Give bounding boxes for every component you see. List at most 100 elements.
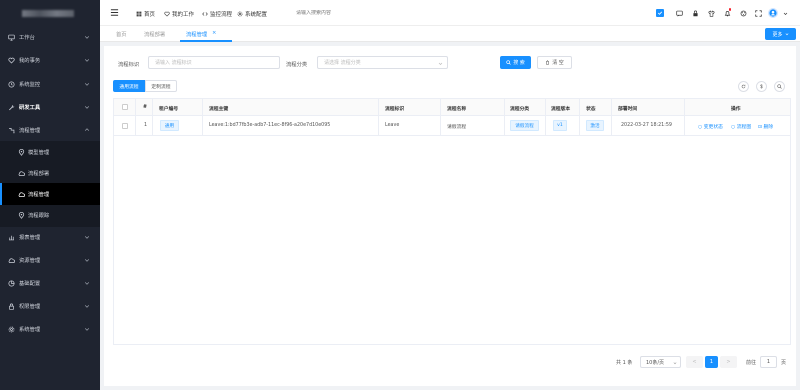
sidebar-item-process-mgmt[interactable]: 流程管理 — [0, 119, 100, 141]
prev-page-button[interactable]: < — [686, 356, 703, 368]
chat-icon[interactable] — [675, 9, 683, 17]
checkbox-icon[interactable] — [656, 9, 664, 17]
sidebar-item-permissions[interactable]: 权限管理 — [0, 295, 100, 317]
nav-system-config[interactable]: 系统配置 — [237, 10, 267, 18]
close-icon[interactable]: × — [212, 30, 216, 36]
search-button[interactable]: 搜 索 — [500, 56, 531, 69]
shirt-icon[interactable] — [707, 9, 715, 17]
lock-icon — [7, 302, 15, 310]
col-tenant: 租户编号 — [159, 107, 179, 112]
sidebar-item-label: 流程管理 — [19, 128, 41, 134]
code-icon — [202, 12, 208, 16]
chevron-down-icon — [84, 236, 90, 239]
segment-custom-process[interactable]: 定制流程 — [145, 80, 177, 92]
status-badge: 激活 — [586, 120, 604, 131]
col-process-name: 流程名称 — [447, 107, 467, 112]
cell-process-name: 请假流程 — [447, 125, 467, 130]
chevron-down-icon — [84, 305, 90, 308]
grid-icon — [136, 11, 142, 17]
process-category-select[interactable]: 请选择 流程分类 — [317, 56, 448, 69]
nav-monitor-process[interactable]: 监控流程 — [202, 10, 232, 18]
sidebar-item-label: 流程跟踪 — [28, 213, 50, 219]
table-row[interactable]: 1 通用 Leave:1:bd77fb3e-adb7-11ec-8f96-a20… — [114, 116, 790, 136]
sidebar-item-label: 工作台 — [19, 35, 35, 41]
header-search-input[interactable] — [296, 10, 376, 16]
process-category-label: 流程分类 — [286, 62, 308, 68]
sidebar-item-process-trace[interactable]: 流程跟踪 — [0, 204, 100, 226]
cell-process-id: Leave:1:bd77fb3e-adb7-11ec-8f96-a20e7d10… — [209, 123, 331, 128]
pie-icon — [7, 279, 15, 287]
location-icon — [17, 211, 25, 219]
nav-home[interactable]: 首页 — [136, 10, 155, 18]
hamburger-icon[interactable] — [110, 8, 119, 17]
bell-icon[interactable] — [723, 8, 731, 17]
sidebar-item-resources[interactable]: 资源管理 — [0, 249, 100, 271]
fullscreen-icon[interactable] — [754, 9, 762, 17]
lock-icon[interactable] — [691, 9, 699, 17]
tab-bar: 首页 流程部署 流程管理 × 更多 — [100, 26, 800, 42]
cloud-icon — [17, 190, 25, 198]
chevron-down-icon — [84, 59, 90, 62]
sidebar-item-process-manage[interactable]: 流程管理 — [0, 183, 100, 205]
total-count: 共 1 条 — [616, 360, 633, 366]
process-key-input[interactable]: 请输入 流程标识 — [148, 56, 280, 69]
chevron-down-icon — [84, 282, 90, 285]
sidebar-item-monitor[interactable]: 系统监控 — [0, 73, 100, 95]
sidebar-item-label: 系统监控 — [19, 82, 41, 88]
col-deploy-time: 部署时间 — [618, 107, 638, 112]
chart-icon — [7, 233, 15, 241]
diagram-link[interactable]: ○ 流程图 — [731, 123, 751, 130]
chevron-up-icon — [84, 128, 90, 131]
tab-process-deploy[interactable]: 流程部署 — [144, 30, 165, 38]
cloud-icon — [17, 169, 25, 177]
nav-my-work[interactable]: 我的工作 — [164, 10, 194, 18]
refresh-icon[interactable] — [738, 81, 749, 92]
goto-page-input[interactable]: 1 — [760, 356, 777, 368]
col-version: 流程版本 — [551, 107, 571, 112]
search-icon[interactable] — [774, 81, 785, 92]
category-tag: 请假流程 — [510, 120, 539, 131]
sidebar-item-model-mgmt[interactable]: 模型管理 — [0, 141, 100, 163]
sidebar-item-system[interactable]: 系统管理 — [0, 318, 100, 340]
select-all-checkbox[interactable] — [122, 104, 128, 110]
tab-home[interactable]: 首页 — [116, 30, 127, 38]
version-tag: v1 — [553, 120, 567, 131]
sidebar-item-label: 权限管理 — [19, 304, 41, 310]
page-1-button[interactable]: 1 — [705, 356, 718, 368]
next-page-button[interactable]: > — [720, 356, 737, 368]
chevron-down-icon[interactable] — [783, 11, 788, 16]
delete-link[interactable]: ⊡ 删除 — [758, 123, 773, 130]
sidebar-item-basic-config[interactable]: 基础配置 — [0, 272, 100, 294]
change-status-link[interactable]: ○ 变更状态 — [698, 123, 723, 130]
process-table: # 租户编号 流程主键 流程标识 流程名称 流程分类 流程版本 状态 部署时间 … — [113, 98, 791, 345]
reset-button[interactable]: 清 空 — [537, 56, 572, 69]
map-pin-icon — [17, 148, 25, 156]
heart-icon — [7, 56, 15, 64]
row-checkbox[interactable] — [122, 123, 128, 129]
sidebar-item-process-deploy[interactable]: 流程部署 — [0, 162, 100, 184]
sidebar-item-reports[interactable]: 报表管理 — [0, 226, 100, 248]
palette-icon[interactable] — [739, 9, 747, 17]
page-size-select[interactable]: 10条/页 — [640, 356, 681, 368]
avatar[interactable] — [768, 8, 778, 18]
chevron-down-icon — [84, 36, 90, 39]
dollar-icon[interactable] — [756, 81, 767, 92]
sidebar-item-label: 基础配置 — [19, 281, 41, 287]
tab-process-manage[interactable]: 流程管理 — [186, 30, 207, 38]
col-actions: 操作 — [731, 107, 741, 112]
cloud-icon — [7, 256, 15, 264]
chevron-down-icon — [84, 83, 90, 86]
sidebar-item-my-affairs[interactable]: 我的事务 — [0, 49, 100, 71]
sidebar-item-label: 研发工具 — [19, 105, 41, 111]
more-button[interactable]: 更多 — [765, 28, 796, 40]
sidebar-item-workbench[interactable]: 工作台 — [0, 26, 100, 48]
logo — [0, 0, 100, 28]
sidebar-item-label: 系统管理 — [19, 327, 41, 333]
segment-general-process[interactable]: 通用流程 — [113, 80, 145, 92]
col-process-key: 流程标识 — [385, 107, 405, 112]
sidebar-item-label: 资源管理 — [19, 258, 41, 264]
goto-label: 前往 — [746, 360, 757, 366]
sidebar-item-dev-tools[interactable]: 研发工具 — [0, 96, 100, 118]
page-unit-label: 页 — [781, 360, 787, 366]
chevron-down-icon — [84, 106, 90, 109]
